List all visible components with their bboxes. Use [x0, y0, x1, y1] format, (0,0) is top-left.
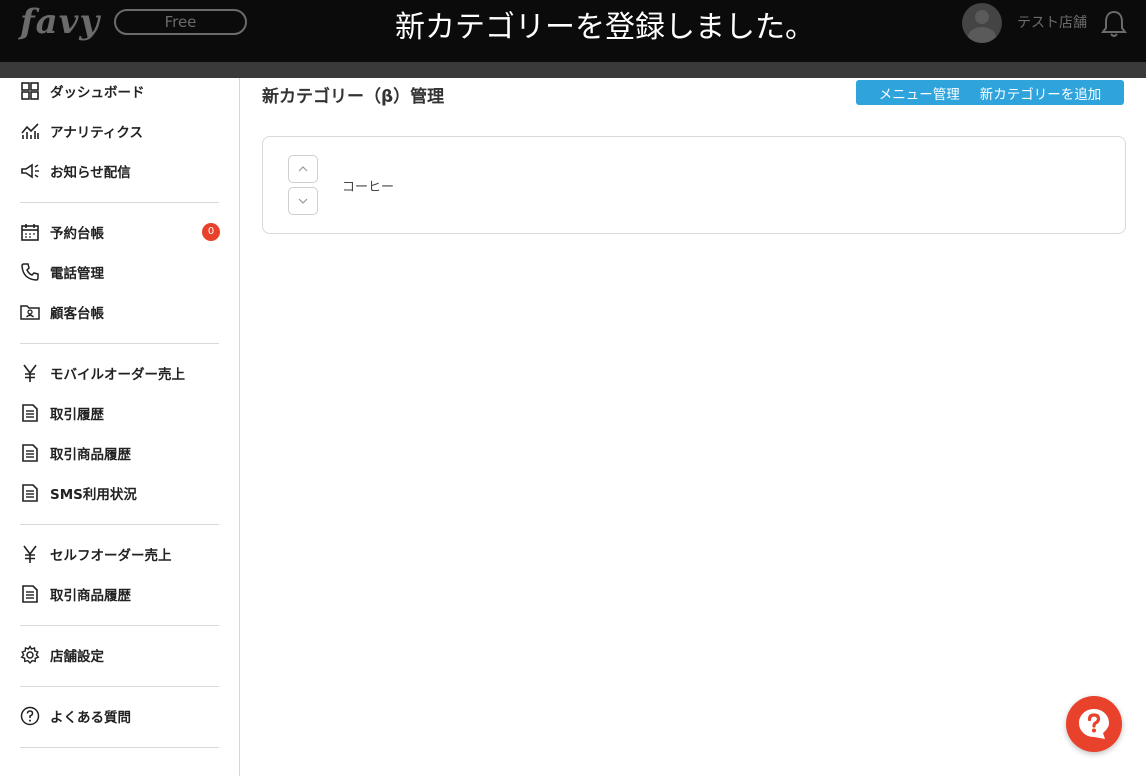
user-avatar[interactable]: [962, 3, 1002, 43]
sidebar-item-label: 取引商品履歴: [50, 588, 131, 604]
analytics-icon: [20, 121, 40, 141]
document-icon: [20, 483, 40, 503]
sidebar-item-label: 予約台帳: [50, 226, 104, 242]
sidebar-divider: [20, 625, 219, 626]
category-list-item: コーヒー: [262, 136, 1126, 234]
document-icon: [20, 584, 40, 604]
sidebar: ダッシュボード アナリティクス お知らせ配信 予約台帳 0 電話管理 顧客台帳: [0, 78, 240, 776]
gear-icon: [20, 645, 40, 665]
help-chat-button[interactable]: [1066, 696, 1122, 752]
sidebar-item-label: 顧客台帳: [50, 306, 104, 322]
yen-icon: [20, 363, 40, 383]
sidebar-item-analytics[interactable]: アナリティクス: [20, 118, 220, 144]
sidebar-item-mobile-order-sales[interactable]: モバイルオーダー売上: [20, 360, 220, 386]
document-icon: [20, 443, 40, 463]
chevron-up-icon: [298, 166, 308, 172]
sidebar-item-dashboard[interactable]: ダッシュボード: [20, 78, 220, 104]
dashboard-icon: [20, 81, 40, 101]
menu-management-button[interactable]: メニュー管理: [879, 83, 960, 103]
sidebar-item-label: 電話管理: [50, 266, 104, 282]
megaphone-icon: [20, 161, 40, 181]
question-icon: [20, 706, 40, 726]
question-bubble-icon: [1079, 709, 1109, 739]
sidebar-item-phone[interactable]: 電話管理: [20, 259, 220, 285]
page-title: 新カテゴリー（β）管理: [262, 87, 445, 107]
sidebar-item-label: モバイルオーダー売上: [50, 367, 185, 383]
sidebar-item-customers[interactable]: 顧客台帳: [20, 299, 220, 325]
sidebar-item-self-order-products[interactable]: 取引商品履歴: [20, 581, 220, 607]
sidebar-divider: [20, 202, 219, 203]
plan-badge: Free: [114, 9, 247, 35]
sidebar-item-label: アナリティクス: [50, 125, 144, 141]
sidebar-item-label: セルフオーダー売上: [50, 548, 172, 564]
sidebar-divider: [20, 686, 219, 687]
sidebar-item-label: お知らせ配信: [50, 165, 131, 181]
chevron-down-icon: [298, 198, 308, 204]
phone-icon: [20, 262, 40, 282]
calendar-icon: [20, 222, 40, 242]
top-header: favy Free 新カテゴリーを登録しました。 テスト店舗: [0, 0, 1146, 62]
sidebar-item-self-order-sales[interactable]: セルフオーダー売上: [20, 541, 220, 567]
action-button-bar: メニュー管理 新カテゴリーを追加: [856, 80, 1124, 105]
move-up-button[interactable]: [288, 155, 318, 183]
sidebar-item-announcements[interactable]: お知らせ配信: [20, 158, 220, 184]
sidebar-item-faq[interactable]: よくある質問: [20, 703, 220, 729]
sidebar-item-transaction-products[interactable]: 取引商品履歴: [20, 440, 220, 466]
sidebar-divider: [20, 524, 219, 525]
sidebar-item-label: SMS利用状況: [50, 487, 137, 503]
sidebar-item-reservations[interactable]: 予約台帳 0: [20, 219, 220, 245]
store-name[interactable]: テスト店舗: [1017, 12, 1087, 32]
sidebar-item-store-settings[interactable]: 店舗設定: [20, 642, 220, 668]
sidebar-item-label: 取引商品履歴: [50, 447, 131, 463]
sidebar-item-sms-usage[interactable]: SMS利用状況: [20, 480, 220, 506]
reservation-count-badge: 0: [202, 223, 220, 241]
yen-icon: [20, 544, 40, 564]
sidebar-item-label: よくある質問: [50, 710, 131, 726]
sidebar-item-transaction-history[interactable]: 取引履歴: [20, 400, 220, 426]
add-category-button[interactable]: 新カテゴリーを追加: [980, 83, 1102, 103]
sidebar-item-label: ダッシュボード: [50, 85, 145, 101]
document-icon: [20, 403, 40, 423]
move-down-button[interactable]: [288, 187, 318, 215]
sidebar-item-label: 取引履歴: [50, 407, 104, 423]
bell-icon[interactable]: [1100, 9, 1128, 39]
customer-folder-icon: [20, 302, 40, 322]
category-name[interactable]: コーヒー: [342, 176, 394, 195]
favy-logo[interactable]: favy: [20, 2, 100, 42]
sidebar-item-label: 店舗設定: [50, 649, 104, 665]
header-strip: [0, 62, 1146, 78]
sidebar-divider: [20, 747, 219, 748]
sidebar-divider: [20, 343, 219, 344]
toast-message: 新カテゴリーを登録しました。: [395, 10, 815, 45]
